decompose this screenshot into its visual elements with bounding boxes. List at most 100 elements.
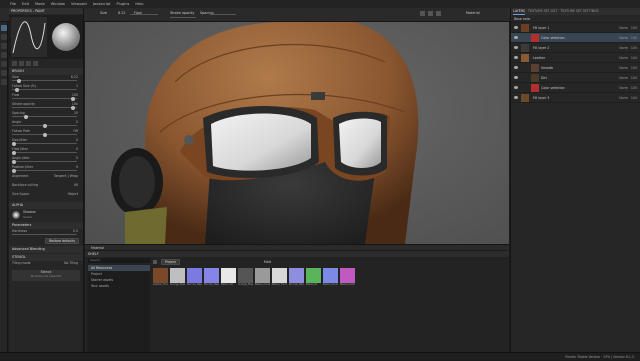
menu-window[interactable]: Window bbox=[51, 2, 65, 6]
layer-opacity[interactable]: 100 bbox=[631, 56, 637, 60]
stencil-icon[interactable] bbox=[26, 61, 31, 66]
resource-thumb[interactable]: Grunge_Map_001 bbox=[170, 268, 185, 288]
visibility-eye-icon[interactable] bbox=[514, 96, 518, 99]
visibility-eye-icon[interactable] bbox=[514, 46, 518, 49]
resource-thumb[interactable]: Baked_Position bbox=[340, 268, 355, 288]
slider-handle[interactable] bbox=[43, 132, 47, 137]
smudge-icon[interactable] bbox=[1, 61, 7, 67]
3d-viewport[interactable] bbox=[85, 22, 509, 244]
menu-file[interactable]: File bbox=[10, 2, 16, 6]
menu-edit[interactable]: Edit bbox=[22, 2, 29, 6]
resource-thumb[interactable]: Baked_Thickness bbox=[272, 268, 287, 288]
render-icon[interactable] bbox=[428, 11, 433, 16]
prop-slider[interactable] bbox=[12, 107, 77, 108]
brush-icon[interactable] bbox=[12, 61, 17, 66]
visibility-eye-icon[interactable] bbox=[514, 66, 518, 69]
prop-slider[interactable] bbox=[12, 89, 77, 90]
prop-value[interactable]: 0 bbox=[76, 165, 78, 169]
picker-icon[interactable] bbox=[1, 79, 7, 85]
layer-blend[interactable]: Norm bbox=[619, 36, 628, 40]
stencil-slot[interactable]: Stencil No Resource Selected bbox=[12, 270, 80, 281]
layer-blend[interactable]: Norm bbox=[619, 76, 628, 80]
stroke-slider[interactable] bbox=[170, 17, 196, 18]
layer-row[interactable]: Color selection Norm 100 bbox=[511, 33, 640, 43]
resource-thumb[interactable]: Normal_Map_02 bbox=[204, 268, 219, 288]
material-icon[interactable] bbox=[33, 61, 38, 66]
restore-defaults-button[interactable]: Restore defaults bbox=[45, 238, 79, 244]
slider-handle[interactable] bbox=[15, 87, 20, 92]
layer-opacity[interactable]: 100 bbox=[631, 86, 637, 90]
slider-handle[interactable] bbox=[12, 150, 16, 155]
layer-opacity[interactable]: 100 bbox=[631, 76, 637, 80]
prop-value[interactable]: 0 bbox=[76, 138, 78, 142]
slider-handle[interactable] bbox=[70, 96, 75, 101]
layer-opacity[interactable]: 100 bbox=[631, 46, 637, 50]
layers-tab[interactable]: TEXTURE SET LIST bbox=[528, 8, 557, 15]
prop-slider[interactable] bbox=[12, 80, 77, 81]
visibility-eye-icon[interactable] bbox=[514, 76, 518, 79]
resource-thumb[interactable]: Normal_Map_01 bbox=[187, 268, 202, 288]
texture-set-select[interactable]: Base color bbox=[511, 15, 640, 23]
advanced-blending-section[interactable]: Advanced Blending bbox=[9, 246, 83, 253]
resource-thumb[interactable]: Normal_Map_05 bbox=[289, 268, 304, 288]
alignment-select[interactable]: Tangent | Wrap bbox=[54, 174, 78, 178]
slider-handle[interactable] bbox=[24, 114, 29, 119]
layer-blend[interactable]: Norm bbox=[619, 86, 628, 90]
shelf-category[interactable]: Your assets bbox=[88, 283, 150, 289]
prop-value[interactable]: 20 bbox=[74, 111, 78, 115]
layer-blend[interactable]: Norm bbox=[619, 46, 628, 50]
material-mode[interactable]: Material bbox=[466, 11, 480, 15]
layer-opacity[interactable]: 100 bbox=[631, 26, 637, 30]
menu-javascript[interactable]: Javascript bbox=[93, 2, 111, 6]
resource-thumb[interactable]: Grunge_Map_013 bbox=[238, 268, 253, 288]
filter-project[interactable]: Project bbox=[161, 258, 180, 265]
prop-slider[interactable] bbox=[12, 98, 77, 99]
slider-handle[interactable] bbox=[43, 123, 47, 128]
viewport-mode[interactable]: Material bbox=[91, 246, 104, 250]
paint-brush-icon[interactable] bbox=[1, 25, 7, 31]
alpha-section[interactable]: ALPHA bbox=[9, 202, 83, 209]
prop-value[interactable]: 6.22 bbox=[71, 75, 78, 79]
resource-thumb[interactable]: Leather_Brown bbox=[153, 268, 168, 288]
layer-row[interactable]: Smooth Norm 100 bbox=[511, 63, 640, 73]
layer-opacity[interactable]: 100 bbox=[631, 66, 637, 70]
prop-value[interactable]: 0 bbox=[76, 147, 78, 151]
slider-handle[interactable] bbox=[70, 105, 75, 110]
slider-handle[interactable] bbox=[12, 141, 16, 146]
resource-thumb[interactable]: Baked_Curvature bbox=[255, 268, 270, 288]
clone-icon[interactable] bbox=[1, 70, 7, 76]
prop-value[interactable]: 1 bbox=[76, 84, 78, 88]
prop-slider[interactable] bbox=[12, 143, 77, 144]
polygon-fill-icon[interactable] bbox=[1, 52, 7, 58]
layer-row[interactable]: Dirt Norm 100 bbox=[511, 73, 640, 83]
menu-mode[interactable]: Mode bbox=[35, 2, 45, 6]
eraser-icon[interactable] bbox=[1, 34, 7, 40]
hardness-value[interactable]: 0.5 bbox=[73, 229, 78, 233]
brush-section[interactable]: BRUSH bbox=[9, 68, 83, 75]
visibility-eye-icon[interactable] bbox=[514, 36, 518, 39]
stencil-section[interactable]: STENCIL bbox=[9, 254, 83, 261]
prop-slider[interactable] bbox=[12, 170, 77, 171]
layout-icon[interactable] bbox=[436, 11, 441, 16]
slider-handle[interactable] bbox=[16, 78, 21, 83]
projection-icon[interactable] bbox=[1, 43, 7, 49]
filter-tag[interactable]: Matt bbox=[264, 260, 271, 264]
size-value[interactable]: 6.22 bbox=[118, 11, 126, 15]
alpha-icon[interactable] bbox=[19, 61, 24, 66]
layer-row[interactable]: Leather Norm 100 bbox=[511, 53, 640, 63]
menu-viewport[interactable]: Viewport bbox=[71, 2, 87, 6]
layer-blend[interactable]: Norm bbox=[619, 26, 628, 30]
prop-value[interactable]: 0 bbox=[76, 156, 78, 160]
layers-tab[interactable]: TEXTURE SET SETTINGS bbox=[560, 8, 598, 15]
layer-blend[interactable]: Norm bbox=[619, 96, 628, 100]
resource-thumb[interactable]: Baked_Normal bbox=[323, 268, 338, 288]
visibility-eye-icon[interactable] bbox=[514, 86, 518, 89]
filter-icon[interactable] bbox=[153, 259, 157, 264]
layer-opacity[interactable]: 100 bbox=[631, 36, 637, 40]
resource-thumb[interactable]: Baked_AO bbox=[221, 268, 236, 288]
layer-blend[interactable]: Norm bbox=[619, 66, 628, 70]
slider-handle[interactable] bbox=[12, 159, 16, 164]
layer-blend[interactable]: Norm bbox=[619, 56, 628, 60]
layer-opacity[interactable]: 100 bbox=[631, 96, 637, 100]
backface-value[interactable]: 90 bbox=[74, 183, 78, 187]
